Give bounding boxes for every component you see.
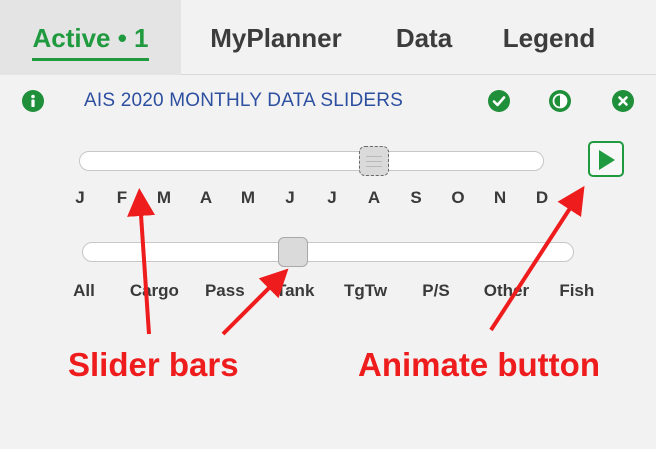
slider-arrow-2 xyxy=(221,268,289,336)
annotation-animate-button: Animate button xyxy=(358,346,600,383)
annotation-slider-bars: Slider bars xyxy=(68,346,239,383)
slider-arrow xyxy=(127,188,156,335)
animate-arrow xyxy=(489,185,585,332)
